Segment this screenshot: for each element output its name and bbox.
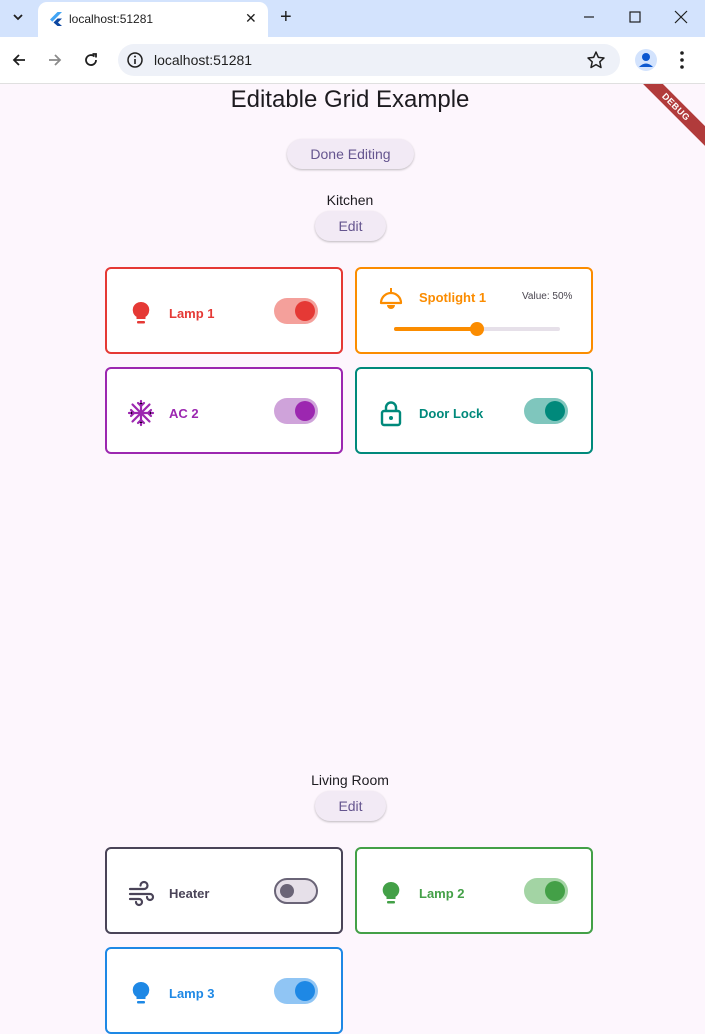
lightbulb-icon [132, 981, 150, 1004]
tab-search-button[interactable] [6, 6, 30, 28]
device-label: Lamp 3 [169, 986, 215, 1001]
snowflake-icon [127, 399, 155, 427]
toggle-knob [280, 884, 294, 898]
maximize-button[interactable] [623, 6, 647, 28]
device-label: Spotlight 1 [419, 290, 487, 305]
device-toggle[interactable] [524, 398, 568, 424]
lightbulb-icon [132, 301, 150, 324]
brightness-slider[interactable] [394, 322, 560, 336]
close-icon [674, 10, 688, 24]
device-toggle[interactable] [524, 878, 568, 904]
section-title-living-room: Living Room [311, 772, 389, 788]
device-card-heater[interactable]: Heater [105, 847, 343, 934]
page-title: Editable Grid Example [230, 86, 470, 113]
section-title-kitchen: Kitchen [326, 192, 374, 208]
device-label: Lamp 2 [419, 886, 465, 901]
toggle-knob [295, 401, 315, 421]
browser-toolbar: localhost:51281 [0, 37, 705, 84]
device-card-lamp-2[interactable]: Lamp 2 [355, 847, 593, 934]
toggle-knob [295, 981, 315, 1001]
slider-value-text: Value: 50% [522, 291, 573, 302]
chevron-down-icon [13, 14, 23, 21]
device-label: Heater [169, 886, 210, 901]
device-label: Door Lock [419, 406, 484, 421]
reload-icon [85, 53, 97, 66]
flutter-logo-icon [50, 12, 62, 26]
device-toggle[interactable] [274, 298, 318, 324]
url-text[interactable]: localhost:51281 [154, 52, 252, 68]
minimize-icon [584, 16, 594, 18]
close-window-button[interactable] [669, 6, 693, 28]
device-label: Lamp 1 [169, 306, 215, 321]
browser-tab-strip: localhost:51281 ✕ + [0, 0, 705, 37]
forward-button[interactable] [44, 49, 66, 71]
toggle-knob [295, 301, 315, 321]
reload-button[interactable] [80, 49, 102, 71]
edit-living-room-button[interactable]: Edit [315, 791, 386, 821]
device-label: AC 2 [169, 406, 199, 421]
tab-title: localhost:51281 [69, 12, 154, 26]
slider-thumb[interactable] [470, 322, 484, 336]
device-card-lamp-1[interactable]: Lamp 1 [105, 267, 343, 354]
slider-active-track [394, 327, 477, 331]
back-button[interactable] [8, 49, 30, 71]
edit-kitchen-button[interactable]: Edit [315, 211, 386, 241]
profile-avatar-icon[interactable] [634, 48, 658, 72]
wind-icon [128, 880, 155, 907]
address-bar[interactable]: localhost:51281 [118, 44, 620, 76]
device-toggle[interactable] [274, 878, 318, 904]
bookmark-star-icon[interactable] [586, 50, 606, 70]
arrow-left-icon [12, 54, 25, 66]
more-menu-icon[interactable] [672, 49, 692, 71]
done-editing-button[interactable]: Done Editing [287, 139, 414, 169]
device-card-spotlight-1[interactable]: Spotlight 1 Value: 50% [355, 267, 593, 354]
ceiling-light-icon [379, 288, 403, 309]
minimize-button[interactable] [577, 6, 601, 28]
device-card-door-lock[interactable]: Door Lock [355, 367, 593, 454]
new-tab-button[interactable]: + [280, 6, 292, 29]
toggle-knob [545, 881, 565, 901]
site-info-icon[interactable] [126, 51, 144, 69]
arrow-right-icon [49, 54, 62, 66]
toggle-knob [545, 401, 565, 421]
lightbulb-icon [382, 881, 400, 904]
device-card-ac-2[interactable]: AC 2 [105, 367, 343, 454]
lock-icon [380, 401, 402, 427]
maximize-icon [629, 11, 641, 23]
device-toggle[interactable] [274, 398, 318, 424]
device-card-lamp-3[interactable]: Lamp 3 [105, 947, 343, 1034]
close-tab-icon[interactable]: ✕ [245, 10, 257, 27]
device-toggle[interactable] [274, 978, 318, 1004]
browser-tab[interactable]: localhost:51281 ✕ [38, 2, 268, 37]
